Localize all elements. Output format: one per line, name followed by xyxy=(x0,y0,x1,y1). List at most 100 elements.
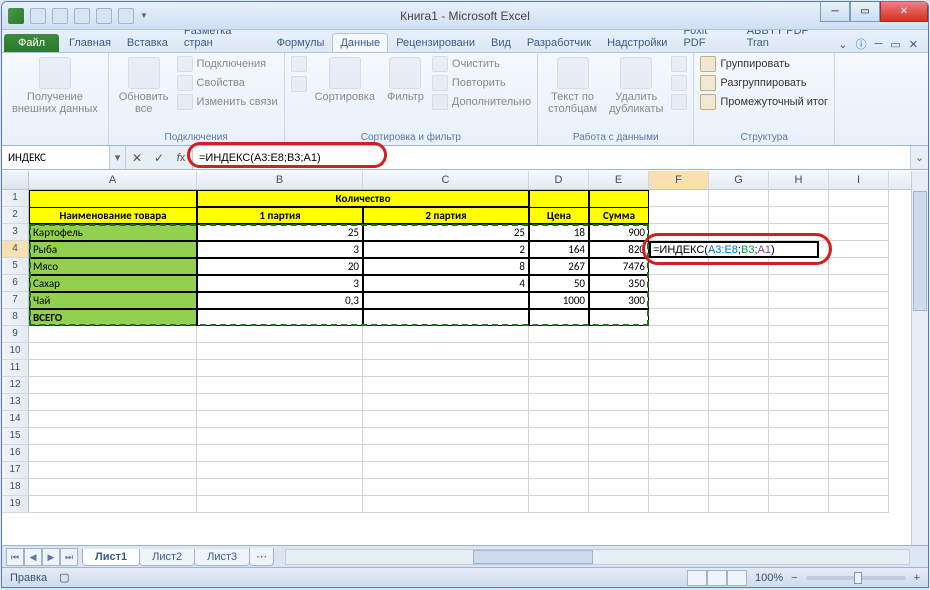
scrollbar-thumb[interactable] xyxy=(473,550,593,564)
tab-addins[interactable]: Надстройки xyxy=(599,33,675,52)
cell[interactable]: ВСЕГО xyxy=(29,309,197,326)
cell[interactable]: 0,3 xyxy=(197,292,363,309)
qat-save-icon[interactable] xyxy=(30,8,46,24)
row-header[interactable]: 7 xyxy=(2,292,29,309)
maximize-button[interactable]: ▭ xyxy=(850,2,880,22)
properties-button[interactable]: Свойства xyxy=(177,74,278,92)
cell[interactable] xyxy=(829,190,889,207)
cell[interactable] xyxy=(769,190,829,207)
tab-developer[interactable]: Разработчик xyxy=(519,33,599,52)
tab-data[interactable]: Данные xyxy=(332,33,388,52)
cell[interactable]: Чай xyxy=(29,292,197,309)
select-all-corner[interactable] xyxy=(2,171,29,189)
cell[interactable] xyxy=(649,275,709,292)
cell[interactable] xyxy=(589,309,649,326)
cell[interactable] xyxy=(709,309,769,326)
cancel-formula-button[interactable]: ✕ xyxy=(126,151,148,165)
cell[interactable] xyxy=(829,309,889,326)
refresh-all-button[interactable]: Обновить все xyxy=(115,55,173,117)
cell[interactable] xyxy=(769,224,829,241)
text-to-columns-button[interactable]: Текст по столбцам xyxy=(544,55,601,117)
cell[interactable]: Сахар xyxy=(29,275,197,292)
col-header-F[interactable]: F xyxy=(649,171,709,189)
view-normal-button[interactable] xyxy=(687,570,707,586)
cell[interactable]: 7476 xyxy=(589,258,649,275)
cell[interactable]: 3 xyxy=(197,275,363,292)
formula-bar-expand-icon[interactable]: ⌄ xyxy=(910,146,928,169)
cell[interactable] xyxy=(709,207,769,224)
sort-asc-button[interactable] xyxy=(291,55,307,73)
row-header[interactable]: 10 xyxy=(2,343,29,360)
row-header[interactable]: 3 xyxy=(2,224,29,241)
sheet-nav-next[interactable]: ▶ xyxy=(42,548,60,566)
cell[interactable] xyxy=(829,241,889,258)
cell[interactable] xyxy=(29,190,197,207)
ribbon-minimize-icon[interactable]: ⌄ xyxy=(838,38,847,51)
cell[interactable] xyxy=(363,309,529,326)
row-header[interactable]: 13 xyxy=(2,394,29,411)
cell[interactable] xyxy=(829,207,889,224)
cell[interactable] xyxy=(197,309,363,326)
col-header-G[interactable]: G xyxy=(709,171,769,189)
cell[interactable] xyxy=(829,292,889,309)
cell[interactable] xyxy=(363,292,529,309)
close-button[interactable]: ✕ xyxy=(880,2,928,22)
cell[interactable]: 3 xyxy=(197,241,363,258)
row-header[interactable]: 16 xyxy=(2,445,29,462)
active-cell[interactable]: =ИНДЕКС(A3:E8;B3;A1) xyxy=(649,241,819,258)
tab-formulas[interactable]: Формулы xyxy=(269,33,333,52)
cell[interactable]: Рыба xyxy=(29,241,197,258)
group-button[interactable]: Группировать xyxy=(700,55,828,73)
row-header[interactable]: 4 xyxy=(2,241,29,258)
whatif-button[interactable] xyxy=(671,93,687,111)
col-header-E[interactable]: E xyxy=(589,171,649,189)
cell[interactable]: Мясо xyxy=(29,258,197,275)
cell[interactable]: 50 xyxy=(529,275,589,292)
cell[interactable] xyxy=(529,309,589,326)
sheet-nav-last[interactable]: ⏭ xyxy=(60,548,78,566)
cell[interactable] xyxy=(589,190,649,207)
name-box[interactable]: ИНДЕКС xyxy=(2,146,110,169)
minimize-button[interactable]: ─ xyxy=(820,2,850,22)
cell[interactable]: Сумма xyxy=(589,207,649,224)
cell[interactable]: 164 xyxy=(529,241,589,258)
row-header[interactable]: 5 xyxy=(2,258,29,275)
sort-button[interactable]: Сортировка xyxy=(311,55,379,105)
cell[interactable] xyxy=(649,224,709,241)
enter-formula-button[interactable]: ✓ xyxy=(148,151,170,165)
cell[interactable] xyxy=(769,292,829,309)
sort-desc-button[interactable] xyxy=(291,75,307,93)
cell[interactable]: 1000 xyxy=(529,292,589,309)
cell[interactable]: 1 партия xyxy=(197,207,363,224)
horizontal-scrollbar[interactable] xyxy=(285,549,910,565)
cell[interactable]: 18 xyxy=(529,224,589,241)
filter-button[interactable]: Фильтр xyxy=(383,55,428,105)
vertical-scrollbar[interactable] xyxy=(911,171,928,545)
worksheet-grid[interactable]: A B C D E F G H I 1 Количество 2 Наимено… xyxy=(2,171,928,545)
cell[interactable] xyxy=(769,275,829,292)
qat-redo-icon[interactable] xyxy=(74,8,90,24)
cell[interactable] xyxy=(649,207,709,224)
get-external-data-button[interactable]: Получение внешних данных xyxy=(8,55,102,117)
cell[interactable]: 4 xyxy=(363,275,529,292)
cell[interactable]: 8 xyxy=(363,258,529,275)
cell[interactable]: 2 xyxy=(363,241,529,258)
col-header-C[interactable]: C xyxy=(363,171,529,189)
advanced-filter-button[interactable]: Дополнительно xyxy=(432,93,531,111)
fx-button[interactable]: fx xyxy=(170,152,192,164)
col-header-B[interactable]: B xyxy=(197,171,363,189)
cell[interactable] xyxy=(769,207,829,224)
connections-button[interactable]: Подключения xyxy=(177,55,278,73)
scrollbar-thumb[interactable] xyxy=(913,191,927,311)
sheet-nav-prev[interactable]: ◀ xyxy=(24,548,42,566)
cell[interactable]: 900 xyxy=(589,224,649,241)
sheet-nav-first[interactable]: ⏮ xyxy=(6,548,24,566)
qat-undo-icon[interactable] xyxy=(52,8,68,24)
view-pagelayout-button[interactable] xyxy=(707,570,727,586)
row-header[interactable]: 1 xyxy=(2,190,29,207)
row-header[interactable]: 19 xyxy=(2,496,29,513)
clear-filter-button[interactable]: Очистить xyxy=(432,55,531,73)
col-header-D[interactable]: D xyxy=(529,171,589,189)
tab-insert[interactable]: Вставка xyxy=(119,33,176,52)
row-header[interactable]: 12 xyxy=(2,377,29,394)
